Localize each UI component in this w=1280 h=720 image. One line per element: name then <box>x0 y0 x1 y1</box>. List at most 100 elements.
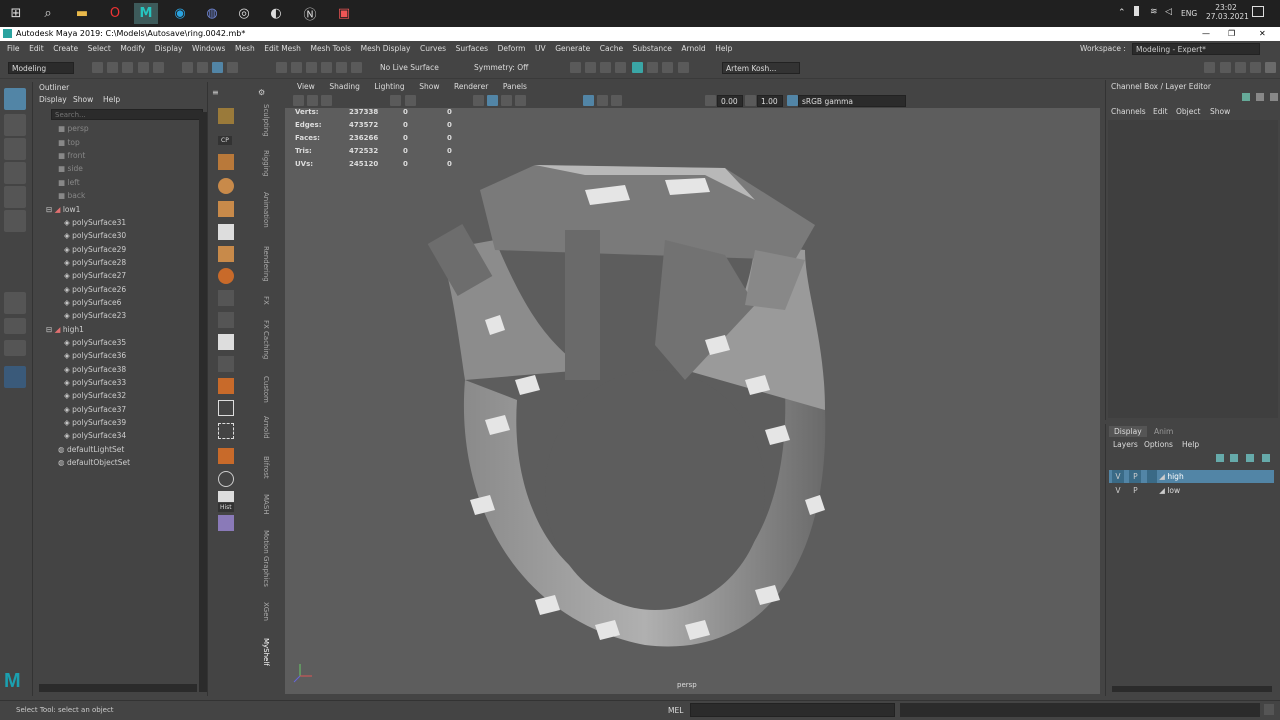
shelf-tab-xgen[interactable]: XGen <box>262 602 270 621</box>
layer-color-icon[interactable]: ◢ <box>1159 486 1165 495</box>
gamma-field[interactable]: 1.00 <box>757 95 783 107</box>
menu-uv[interactable]: UV <box>535 41 546 56</box>
layer-hscrollbar[interactable] <box>1112 686 1272 692</box>
layer-row-high[interactable]: V P ◢ high <box>1109 470 1274 483</box>
menu-set-dropdown[interactable]: Modeling <box>8 62 74 74</box>
collapse-icon[interactable]: ⊟ <box>46 325 55 334</box>
layer-tab-anim[interactable]: Anim <box>1154 427 1173 436</box>
hist-label[interactable]: Hist <box>218 503 234 512</box>
channel-box-icon-2[interactable] <box>1256 93 1264 101</box>
arnold-render-icon[interactable] <box>632 62 643 73</box>
xray-joints-icon[interactable] <box>611 95 622 106</box>
curve-tool-icon[interactable] <box>218 108 234 124</box>
cube-primitive-icon[interactable] <box>218 224 234 240</box>
hypershade-icon[interactable] <box>615 62 626 73</box>
menu-generate[interactable]: Generate <box>555 41 590 56</box>
outliner-toggle-icon[interactable] <box>1265 62 1276 73</box>
exposure-field[interactable]: 0.00 <box>717 95 743 107</box>
select-tool-icon[interactable] <box>4 88 26 110</box>
outliner-item[interactable]: ◈ polySurface28 <box>64 258 126 267</box>
outliner-camera-back[interactable]: ■ back <box>58 191 85 200</box>
layer-visibility-toggle[interactable]: V <box>1112 470 1124 483</box>
cylinder-primitive-icon[interactable] <box>218 201 234 217</box>
outliner-search-input[interactable] <box>51 109 203 120</box>
outliner-camera-side[interactable]: ■ side <box>58 164 83 173</box>
film-gate-icon[interactable] <box>405 95 416 106</box>
shelf-tab-custom[interactable]: Custom <box>262 376 270 403</box>
new-layer-icon[interactable] <box>1246 454 1254 462</box>
outliner-set-light[interactable]: ◍ defaultLightSet <box>58 445 124 454</box>
layer-playback-toggle[interactable]: P <box>1129 484 1141 497</box>
command-language-label[interactable]: MEL <box>668 706 683 715</box>
file-explorer-icon[interactable]: ▬ <box>70 3 94 24</box>
grid-toggle-icon[interactable] <box>390 95 401 106</box>
history-icon[interactable] <box>218 491 234 502</box>
arnold-pause-icon[interactable] <box>662 62 673 73</box>
outliner-item[interactable]: ◈ polySurface31 <box>64 218 126 227</box>
menu-help[interactable]: Help <box>715 41 732 56</box>
layer-menu-layers[interactable]: Layers <box>1113 440 1138 449</box>
menu-modify[interactable]: Modify <box>120 41 145 56</box>
outliner-camera-persp[interactable]: ■ persp <box>58 124 89 133</box>
rotate-tool-icon[interactable] <box>4 186 26 208</box>
shelf-tab-sculpting[interactable]: Sculpting <box>262 104 270 137</box>
outliner-camera-left[interactable]: ■ left <box>58 178 80 187</box>
layer-move-down-icon[interactable] <box>1230 454 1238 462</box>
modeling-toolkit-icon[interactable] <box>1204 62 1215 73</box>
menu-windows[interactable]: Windows <box>192 41 225 56</box>
outliner-item[interactable]: ◈ polySurface26 <box>64 285 126 294</box>
shelf-tab-bifrost[interactable]: Bifrost <box>262 456 270 479</box>
textured-icon[interactable] <box>501 95 512 106</box>
outliner-item[interactable]: ◈ polySurface38 <box>64 365 126 374</box>
view-transform-dropdown[interactable]: sRGB gamma <box>798 95 906 107</box>
outliner-group-low[interactable]: ⊟ ◢ low1 <box>46 205 80 214</box>
steam-icon[interactable]: ◐ <box>264 3 288 24</box>
shelf-tab-fx-caching[interactable]: FX Caching <box>262 320 270 359</box>
color-management-icon[interactable] <box>787 95 798 106</box>
pen-icon[interactable] <box>218 356 234 372</box>
outliner-vscrollbar[interactable] <box>199 112 207 692</box>
layer-playback-toggle[interactable]: P <box>1129 470 1142 483</box>
save-scene-icon[interactable] <box>122 62 133 73</box>
menu-arnold[interactable]: Arnold <box>681 41 705 56</box>
tool-settings-icon[interactable] <box>1235 62 1246 73</box>
layer-row-low[interactable]: V P ◢ low <box>1109 484 1274 497</box>
menu-cache[interactable]: Cache <box>600 41 623 56</box>
camera-attributes-icon[interactable] <box>307 95 318 106</box>
opera-icon[interactable]: O <box>103 3 127 24</box>
arnold-stop-icon[interactable] <box>678 62 689 73</box>
menu-select[interactable]: Select <box>88 41 111 56</box>
menu-file[interactable]: File <box>7 41 20 56</box>
bounding-box-icon[interactable] <box>218 423 234 439</box>
discord-icon[interactable]: ◍ <box>200 3 224 24</box>
vp-menu-view[interactable]: View <box>297 80 315 94</box>
outliner-menu-help[interactable]: Help <box>103 95 120 104</box>
snap-point-icon[interactable] <box>306 62 317 73</box>
channel-box-icon-1[interactable] <box>1242 93 1250 101</box>
ipr-render-icon[interactable] <box>585 62 596 73</box>
select-hierarchy-icon[interactable] <box>182 62 193 73</box>
outliner-item[interactable]: ◈ polySurface6 <box>64 298 121 307</box>
layer-name[interactable]: high <box>1167 472 1183 481</box>
exposure-icon[interactable] <box>705 95 716 106</box>
menu-edit-mesh[interactable]: Edit Mesh <box>264 41 301 56</box>
shelf-tab-mash[interactable]: MASH <box>262 494 270 515</box>
single-perspective-icon[interactable] <box>4 292 26 314</box>
layer-state-toggle[interactable] <box>1146 470 1157 483</box>
outliner-camera-front[interactable]: ■ front <box>58 151 85 160</box>
outliner-item[interactable]: ◈ polySurface34 <box>64 431 126 440</box>
shelf-tab-arnold[interactable]: Arnold <box>262 416 270 439</box>
vp-menu-lighting[interactable]: Lighting <box>374 80 404 94</box>
new-layer-selected-icon[interactable] <box>1262 454 1270 462</box>
bevel-icon[interactable] <box>218 448 234 464</box>
menu-deform[interactable]: Deform <box>498 41 526 56</box>
outliner-item[interactable]: ◈ polySurface23 <box>64 311 126 320</box>
menu-substance[interactable]: Substance <box>633 41 672 56</box>
close-button[interactable]: ✕ <box>1259 27 1266 41</box>
move-tool-icon[interactable] <box>4 162 26 184</box>
layer-menu-options[interactable]: Options <box>1144 440 1173 449</box>
attribute-editor-icon[interactable] <box>1220 62 1231 73</box>
snap-curve-icon[interactable] <box>291 62 302 73</box>
shelf-settings-icon[interactable]: ⚙ <box>258 88 265 97</box>
lights-icon[interactable] <box>515 95 526 106</box>
